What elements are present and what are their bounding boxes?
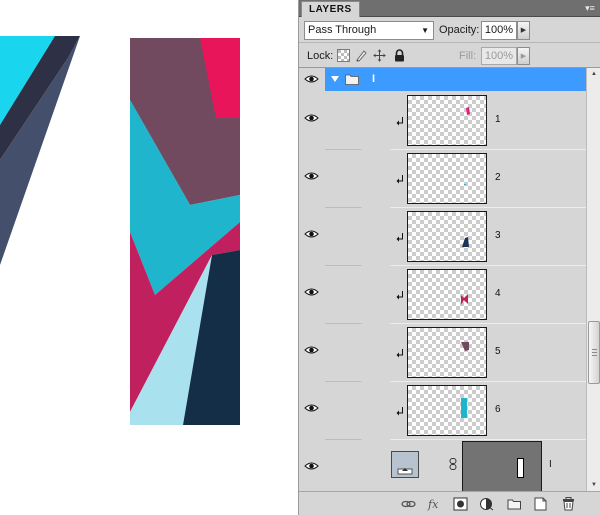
layer-name: 1 <box>495 114 501 125</box>
scrollbar-thumb[interactable] <box>588 321 600 384</box>
layer-list-scrollbar[interactable]: ▲ ▼ <box>586 68 600 491</box>
layer-name: 3 <box>495 230 501 241</box>
layer-name: I <box>549 459 552 470</box>
panel-menu-icon[interactable]: ▾≡ <box>583 2 597 14</box>
eye-icon[interactable] <box>304 229 319 239</box>
layers-toolbar: fx <box>299 491 600 515</box>
folder-icon <box>345 74 359 85</box>
lock-label: Lock: <box>307 50 334 62</box>
lock-transparent-pixels-icon[interactable] <box>337 49 350 62</box>
scroll-down-arrow-icon[interactable]: ▼ <box>588 479 600 491</box>
panel-tab-bar: LAYERS ▾≡ <box>299 0 600 17</box>
fx-icon[interactable]: fx <box>427 497 442 511</box>
tab-layers[interactable]: LAYERS <box>301 1 360 17</box>
clipping-arrow-icon <box>396 233 403 242</box>
eye-icon[interactable] <box>304 345 319 355</box>
dropdown-arrow-icon: ▼ <box>421 26 429 35</box>
trash-icon[interactable] <box>561 497 576 511</box>
eye-icon[interactable] <box>304 403 319 413</box>
layer-row[interactable]: 5 <box>325 324 586 382</box>
new-group-icon[interactable] <box>507 497 522 511</box>
lock-position-icon[interactable] <box>373 49 386 62</box>
fill-label: Fill: <box>459 50 477 62</box>
link-icon[interactable] <box>449 458 457 470</box>
clipping-arrow-icon <box>396 175 403 184</box>
eye-icon[interactable] <box>304 113 319 123</box>
clipping-arrow-icon <box>396 407 403 416</box>
base-layer-row[interactable]: I <box>325 438 586 491</box>
new-layer-icon[interactable] <box>533 497 548 511</box>
scroll-up-arrow-icon[interactable]: ▲ <box>588 68 600 80</box>
mask-shape <box>517 458 524 478</box>
layer-row[interactable]: 3 <box>325 208 586 266</box>
eye-icon[interactable] <box>304 74 319 84</box>
eye-icon[interactable] <box>304 461 319 471</box>
group-expand-icon[interactable] <box>330 74 340 84</box>
link-layers-icon[interactable] <box>401 497 416 511</box>
eye-icon[interactable] <box>304 287 319 297</box>
layer-name: 2 <box>495 172 501 183</box>
layer-thumbnail <box>407 153 487 204</box>
vector-mask-thumbnail[interactable] <box>462 441 542 491</box>
layer-name: 5 <box>495 346 501 357</box>
eye-icon[interactable] <box>304 171 319 181</box>
blend-options-row: Pass Through ▼ Opacity: 100% ▶ <box>299 18 600 43</box>
lock-image-pixels-icon[interactable] <box>355 49 368 62</box>
lock-row: Lock: Fill: 100% ▶ <box>299 44 600 68</box>
layer-row[interactable]: 6 <box>325 382 586 440</box>
layer-row[interactable]: 2 <box>325 150 586 208</box>
layer-thumbnail <box>407 385 487 436</box>
layer-list: I 1 2 3 4 5 6 I <box>299 68 586 491</box>
adjustment-icon[interactable] <box>479 497 494 511</box>
visibility-column <box>299 68 324 491</box>
blend-mode-select[interactable]: Pass Through ▼ <box>304 21 434 40</box>
layers-panel: LAYERS ▾≡ Pass Through ▼ Opacity: 100% ▶… <box>298 0 600 515</box>
blend-mode-value: Pass Through <box>308 24 377 36</box>
svg-text:fx: fx <box>427 498 439 511</box>
document-canvas[interactable] <box>0 0 298 515</box>
layer-group-row[interactable]: I <box>325 68 586 91</box>
clipping-arrow-icon <box>396 291 403 300</box>
layer-thumbnail <box>407 95 487 146</box>
opacity-input[interactable]: 100% <box>481 21 517 40</box>
opacity-slider-button[interactable]: ▶ <box>517 21 530 40</box>
fill-slider-button[interactable]: ▶ <box>517 47 530 65</box>
layer-thumbnail <box>407 327 487 378</box>
layer-thumbnail <box>391 451 419 478</box>
lock-all-icon[interactable] <box>393 49 406 62</box>
layer-thumbnail <box>407 269 487 320</box>
add-mask-icon[interactable] <box>453 497 468 511</box>
group-name: I <box>372 73 376 85</box>
layer-name: 6 <box>495 404 501 415</box>
opacity-label: Opacity: <box>439 24 480 36</box>
layer-name: 4 <box>495 288 501 299</box>
clipping-arrow-icon <box>396 349 403 358</box>
layer-row[interactable]: 4 <box>325 266 586 324</box>
fill-input[interactable]: 100% <box>481 47 517 65</box>
layer-thumbnail <box>407 211 487 262</box>
clipping-arrow-icon <box>396 117 403 126</box>
layer-row[interactable]: 1 <box>325 92 586 150</box>
canvas-artwork <box>0 36 240 425</box>
